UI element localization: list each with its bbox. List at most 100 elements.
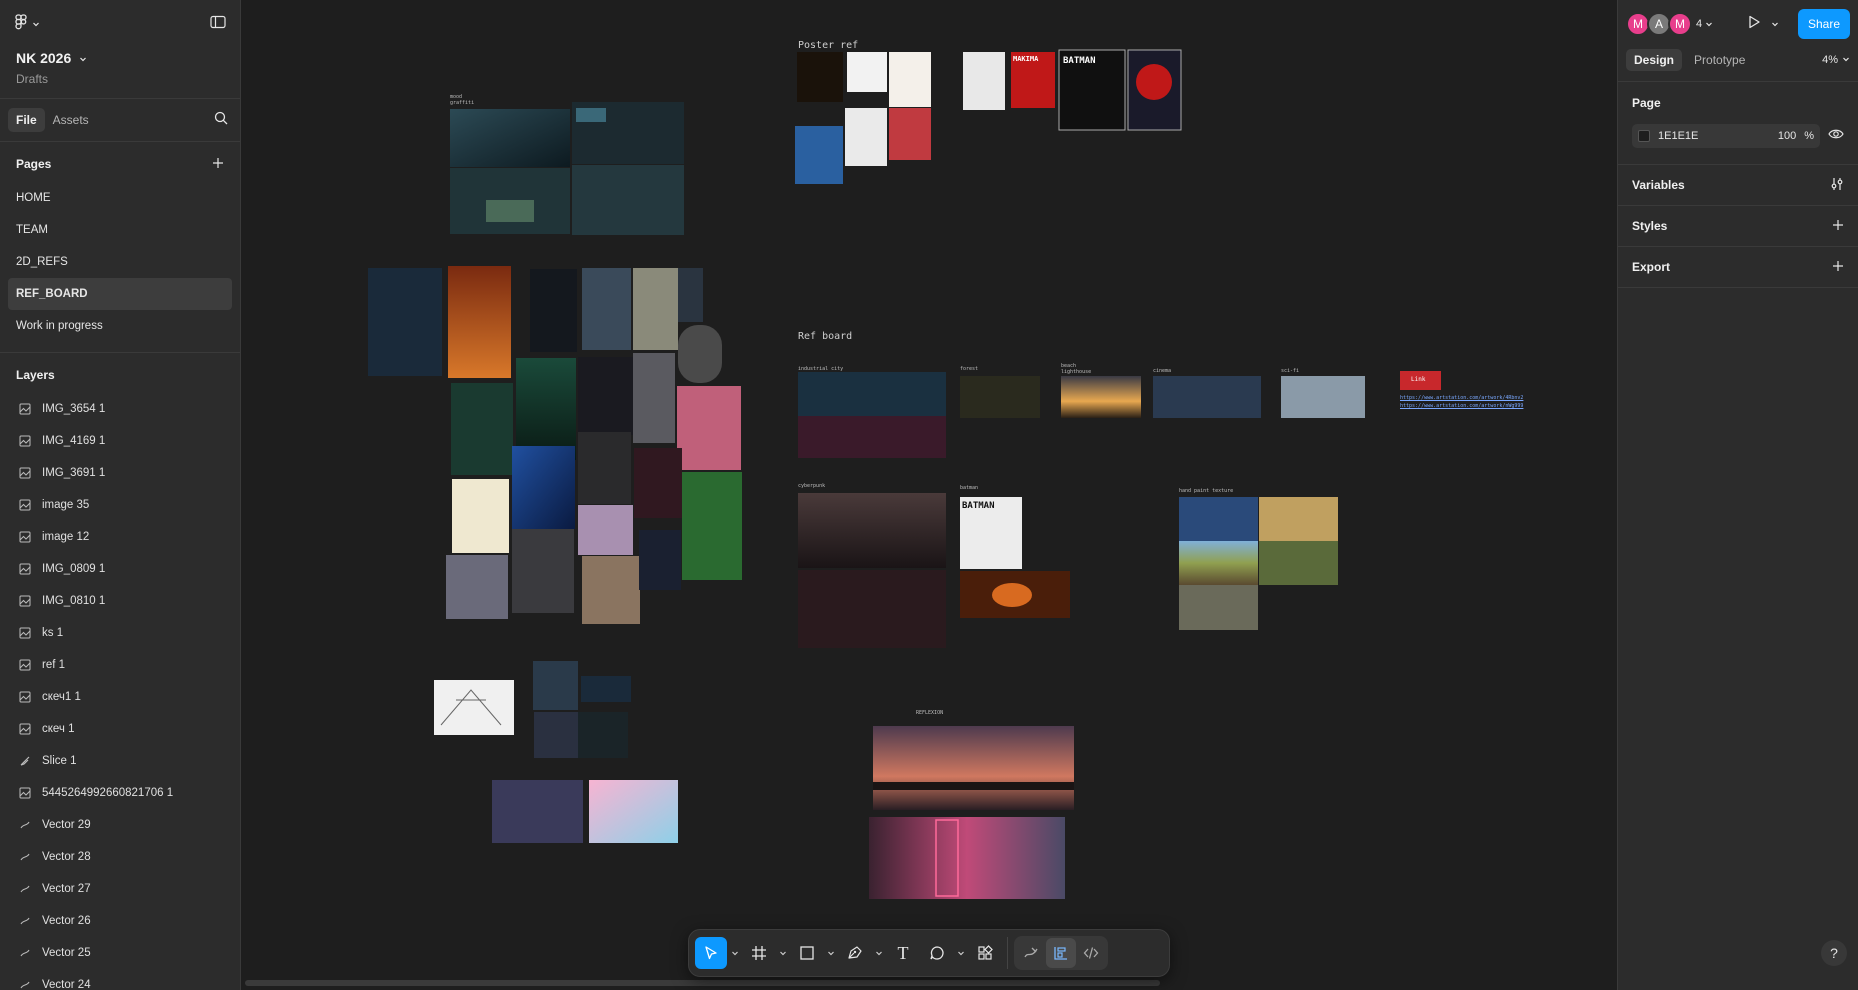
- comment-tool-icon[interactable]: [921, 937, 953, 969]
- layer-item[interactable]: ref 1: [0, 649, 240, 681]
- image[interactable]: [582, 268, 631, 350]
- artstation-link-1[interactable]: https://www.artstation.com/artwork/4Rbnv…: [1400, 395, 1523, 401]
- image[interactable]: [889, 108, 931, 160]
- ref-board-group[interactable]: [798, 371, 1441, 648]
- image[interactable]: [845, 108, 887, 166]
- zoom-control[interactable]: 4%: [1822, 54, 1850, 66]
- layer-item[interactable]: Vector 27: [0, 873, 240, 905]
- layer-item[interactable]: скеч1 1: [0, 681, 240, 713]
- image[interactable]: [1281, 376, 1365, 418]
- image[interactable]: [1259, 497, 1338, 541]
- image[interactable]: [533, 661, 578, 710]
- chevron-down-icon[interactable]: [955, 937, 967, 969]
- image[interactable]: [512, 529, 574, 613]
- page-opacity-value[interactable]: 100: [1778, 130, 1796, 142]
- image[interactable]: [869, 817, 1065, 899]
- page-item-home[interactable]: HOME: [8, 182, 232, 214]
- layer-item[interactable]: IMG_0809 1: [0, 553, 240, 585]
- image[interactable]: [678, 325, 722, 383]
- add-export-icon[interactable]: [1832, 260, 1844, 275]
- variables-settings-icon[interactable]: [1830, 177, 1844, 194]
- image[interactable]: [451, 383, 513, 475]
- image[interactable]: [452, 479, 509, 553]
- frame-tool-icon[interactable]: [743, 937, 775, 969]
- image[interactable]: [450, 109, 570, 167]
- layer-item[interactable]: IMG_3691 1: [0, 457, 240, 489]
- image[interactable]: [798, 570, 946, 648]
- artstation-link-2[interactable]: https://www.artstation.com/artwork/nWg99…: [1400, 403, 1523, 409]
- image[interactable]: [634, 448, 682, 518]
- reflexion-group[interactable]: [869, 726, 1074, 899]
- image[interactable]: [1259, 541, 1338, 585]
- chevron-down-icon[interactable]: [777, 937, 789, 969]
- image[interactable]: [582, 556, 640, 624]
- image[interactable]: [578, 505, 633, 555]
- image[interactable]: [798, 372, 946, 416]
- chevron-down-icon[interactable]: [873, 937, 885, 969]
- move-tool-icon[interactable]: [695, 937, 727, 969]
- image[interactable]: [446, 555, 508, 619]
- variables-header[interactable]: Variables: [1618, 165, 1858, 205]
- tab-assets[interactable]: Assets: [45, 108, 97, 132]
- image[interactable]: [1179, 585, 1258, 630]
- actions-icon[interactable]: [969, 937, 1001, 969]
- image[interactable]: [1061, 376, 1141, 418]
- file-name-button[interactable]: NK 2026: [16, 50, 224, 66]
- layer-item[interactable]: Vector 26: [0, 905, 240, 937]
- add-style-icon[interactable]: [1832, 219, 1844, 234]
- help-icon[interactable]: ?: [1821, 940, 1847, 966]
- horizontal-scrollbar[interactable]: [245, 980, 1160, 986]
- layer-item[interactable]: Vector 29: [0, 809, 240, 841]
- search-icon[interactable]: [214, 111, 228, 130]
- image[interactable]: [873, 726, 1074, 810]
- tab-prototype[interactable]: Prototype: [1686, 49, 1753, 71]
- mood-image-group[interactable]: [450, 102, 684, 235]
- image[interactable]: [578, 712, 628, 758]
- poster-ref-group[interactable]: [795, 49, 1182, 184]
- layer-item[interactable]: IMG_4169 1: [0, 425, 240, 457]
- image[interactable]: [534, 712, 578, 758]
- text-tool-icon[interactable]: T: [887, 937, 919, 969]
- layer-item[interactable]: Vector 28: [0, 841, 240, 873]
- present-icon[interactable]: [1747, 15, 1761, 34]
- canvas[interactable]: Poster ref Ref board mood graffiti indus…: [241, 0, 1617, 990]
- page-item-2d-refs[interactable]: 2D_REFS: [8, 246, 232, 278]
- image[interactable]: [798, 416, 946, 458]
- image[interactable]: [576, 108, 606, 122]
- image[interactable]: [448, 266, 511, 378]
- layer-item[interactable]: IMG_3654 1: [0, 393, 240, 425]
- image[interactable]: [633, 268, 678, 350]
- layer-item[interactable]: Vector 25: [0, 937, 240, 969]
- image[interactable]: [1179, 497, 1258, 541]
- sketch-group[interactable]: [434, 661, 678, 843]
- image[interactable]: [797, 52, 843, 102]
- toggle-sidebar-icon[interactable]: [210, 15, 226, 34]
- image[interactable]: [486, 200, 534, 222]
- page-item-ref-board[interactable]: REF_BOARD: [8, 278, 232, 310]
- image[interactable]: [492, 780, 583, 843]
- image[interactable]: [578, 432, 631, 504]
- image[interactable]: [795, 126, 843, 184]
- image[interactable]: [589, 780, 678, 843]
- design-mode-icon[interactable]: [1046, 938, 1076, 968]
- layer-item[interactable]: 5445264992660821706 1: [0, 777, 240, 809]
- layer-item[interactable]: Slice 1: [0, 745, 240, 777]
- image[interactable]: [847, 52, 887, 92]
- image[interactable]: [678, 268, 703, 322]
- layer-item[interactable]: image 12: [0, 521, 240, 553]
- chevron-down-icon[interactable]: [1771, 15, 1779, 33]
- tab-file[interactable]: File: [8, 108, 45, 132]
- image[interactable]: [1179, 541, 1258, 585]
- layer-item[interactable]: Vector 24: [0, 969, 240, 990]
- pen-tool-icon[interactable]: [839, 937, 871, 969]
- layer-item[interactable]: image 35: [0, 489, 240, 521]
- image[interactable]: [572, 165, 684, 235]
- draw-mode-icon[interactable]: [1016, 938, 1046, 968]
- collaborators[interactable]: M A M 4: [1626, 12, 1713, 36]
- dev-mode-icon[interactable]: [1076, 938, 1106, 968]
- image[interactable]: [639, 530, 681, 590]
- chevron-down-icon[interactable]: [729, 937, 741, 969]
- image[interactable]: [889, 52, 931, 107]
- image[interactable]: [581, 676, 631, 702]
- image[interactable]: [960, 376, 1040, 418]
